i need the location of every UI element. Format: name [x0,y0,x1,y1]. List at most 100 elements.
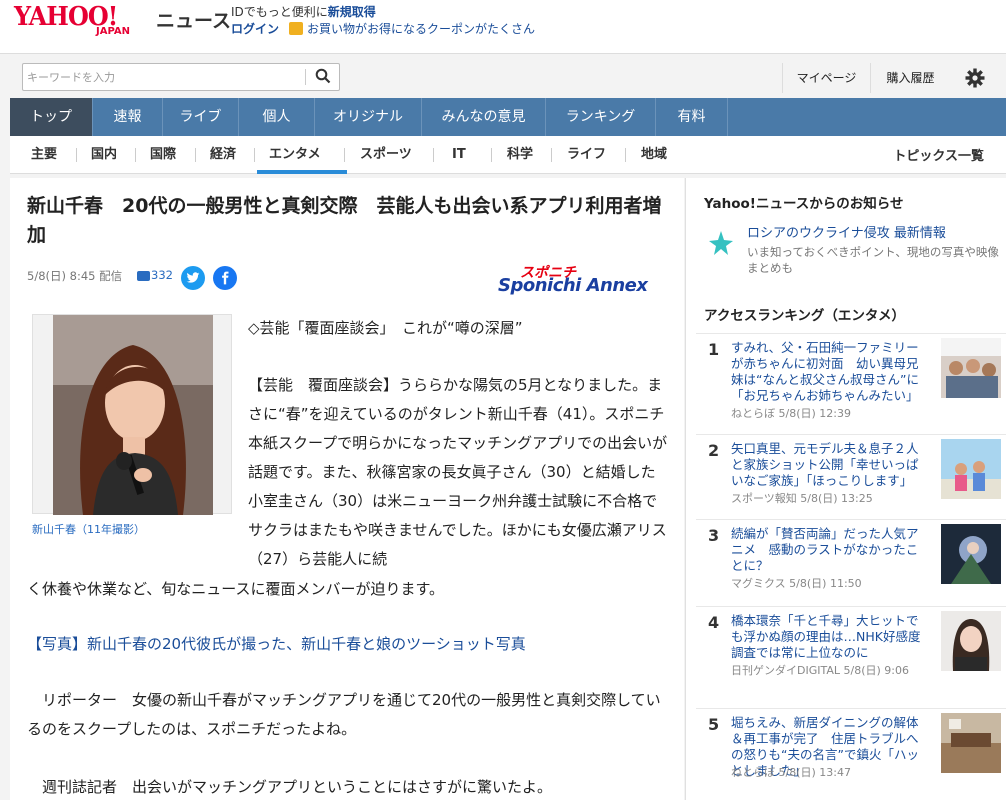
article-photo[interactable] [32,314,232,515]
category-divider [254,148,255,162]
category-it[interactable]: IT [452,145,466,165]
promo-prefix: IDでもっと便利に [231,5,328,19]
main-nav-opinions[interactable]: みんなの意見 [422,98,546,136]
ranking-item[interactable]: 5 堀ちえみ、新居ダイニングの解体＆再工事が完了 住居トラブルへの怒りも“夫の名… [696,708,1006,796]
main-nav-live[interactable]: ライブ [163,98,239,136]
category-economy[interactable]: 経済 [210,145,236,165]
facebook-icon [222,271,229,285]
search-bar-row: マイページ 購入履歴 [0,53,1006,99]
article-paragraph-4: 週刊誌記者 出会いがマッチングアプリということにはさすがに驚いたよ。 [27,778,553,796]
search-icon [315,68,331,84]
notice-heading: Yahoo!ニュースからのお知らせ [704,196,904,212]
ranking-source: 日刊ゲンダイDIGITAL 5/8(日) 9:06 [731,664,909,677]
main-nav-breaking[interactable]: 速報 [93,98,163,136]
ranking-source: ねとらぼ 5/8(日) 13:47 [731,766,851,779]
category-life[interactable]: ライフ [567,145,606,165]
ranking-item[interactable]: 4 橋本環奈「千と千尋」大ヒットでも浮かぬ顔の理由は…NHK好感度調査では常に上… [696,606,1006,694]
category-nav: 主要 国内 国際 経済 エンタメ スポーツ IT 科学 ライフ 地域 トピックス… [10,136,1006,174]
sidebar: Yahoo!ニュースからのお知らせ ロシアのウクライナ侵攻 最新情報 いま知って… [685,178,1006,800]
ranking-thumbnail [941,439,1001,499]
article-paragraph-2-continued: く休養や休業など、旬なニュースに覆面メンバーが迫ります。 [27,580,445,598]
main-nav-top[interactable]: トップ [10,98,93,136]
ranking-item[interactable]: 1 すみれ、父・石田純一ファミリーが赤ちゃんに初対面 幼い異母兄妹は“なんと叔父… [696,333,1006,421]
article: 新山千春 20代の一般男性と真剣交際 芸能人も出会い系アプリ利用者増加 5/8(… [10,178,684,800]
category-divider [491,148,492,162]
category-divider [433,148,434,162]
article-paragraph-1: ◇芸能「覆面座談会」 これが“噂の深層” [248,319,523,337]
ranking-number: 3 [708,526,720,545]
article-headline: 新山千春 20代の一般男性と真剣交際 芸能人も出会い系アプリ利用者増加 [27,195,662,246]
main-nav-individual[interactable]: 個人 [239,98,315,136]
ranking-source: ねとらぼ 5/8(日) 12:39 [731,407,851,420]
ranking-thumbnail [941,338,1001,398]
article-paragraph-3: リポーター 女優の新山千春がマッチングアプリを通じて20代の一般男性と真剣交際し… [27,691,661,738]
ranking-title[interactable]: 橋本環奈「千と千尋」大ヒットでも浮かぬ顔の理由は…NHK好感度調査では常に上位な… [731,613,929,661]
ranking-number: 1 [708,340,720,359]
category-main[interactable]: 主要 [31,145,57,165]
ranking-source: マグミクス 5/8(日) 11:50 [731,577,862,590]
topics-list-link[interactable]: トピックス一覧 [893,145,984,164]
main-nav-ranking[interactable]: ランキング [546,98,656,136]
notice-description: いま知っておくべきポイント、現地の写真や映像まとめも [747,245,999,275]
category-entertainment[interactable]: エンタメ [269,145,321,165]
article-paragraph-2: 【芸能 覆面座談会】うららかな陽気の5月となりました。まさに“春”を迎えているの… [248,376,668,568]
category-sports[interactable]: スポーツ [360,145,412,165]
category-divider [76,148,77,162]
sponichi-logo-bottom: Sponichi Annex [498,275,648,296]
ranking-title[interactable]: 続編が「賛否両論」だった人気アニメ 感動のラストがなかったことに？ [731,526,929,574]
twitter-icon [186,272,200,283]
search-input[interactable] [27,67,307,87]
ranking-number: 5 [708,715,720,734]
promo-text: IDでもっと便利に新規取得 [231,3,376,20]
coupon-icon [289,22,303,35]
ranking-title[interactable]: 矢口真里、元モデル夫＆息子２人と家族ショット公開「幸せいっぱいなご家族」「ほっこ… [731,441,929,489]
ranking-thumbnail [941,713,1001,773]
ranking-heading: アクセスランキング（エンタメ） [704,308,906,324]
sponichi-annex-logo[interactable]: スポニチ Sponichi Annex [498,262,668,296]
settings-button[interactable] [960,68,990,88]
category-local[interactable]: 地域 [641,145,667,165]
twitter-share-button[interactable] [181,266,205,290]
ranking-title[interactable]: すみれ、父・石田純一ファミリーが赤ちゃんに初対面 幼い異母兄妹は“なんと叔父さん… [731,340,929,404]
category-domestic[interactable]: 国内 [91,145,117,165]
main-nav-paid[interactable]: 有料 [656,98,728,136]
facebook-share-button[interactable] [213,266,237,290]
ranking-item[interactable]: 3 続編が「賛否両論」だった人気アニメ 感動のラストがなかったことに？ マグミク… [696,519,1006,607]
comment-icon[interactable] [137,271,150,281]
pin-icon [709,231,733,255]
register-link[interactable]: 新規取得 [328,5,376,19]
yahoo-japan-logo[interactable]: YAHOO! JAPAN [14,2,154,42]
ranking-source: スポーツ報知 5/8(日) 13:25 [731,492,873,505]
logo-japan-text: JAPAN [96,26,130,37]
ranking-number: 4 [708,613,720,632]
photo-caption: 新山千春（11年撮影） [32,523,145,536]
article-date: 5/8(日) 8:45 配信 [27,269,123,283]
category-international[interactable]: 国際 [150,145,176,165]
active-category-indicator [257,170,347,174]
ranking-thumbnail [941,611,1001,671]
login-link[interactable]: ログイン [231,20,279,37]
search-divider [305,69,306,85]
purchase-history-link[interactable]: 購入履歴 [870,63,950,93]
related-photo-link[interactable]: 【写真】新山千春の20代彼氏が撮った、新山千春と娘のツーショット写真 [27,630,526,659]
category-divider [135,148,136,162]
comment-count[interactable]: 332 [151,268,173,282]
category-divider [195,148,196,162]
gear-icon [965,68,985,88]
portrait-image [53,315,213,515]
coupon-link[interactable]: お買い物がお得になるクーポンがたくさん [307,20,535,37]
ranking-item[interactable]: 2 矢口真里、元モデル夫＆息子２人と家族ショット公開「幸せいっぱいなご家族」「ほ… [696,434,1006,522]
category-divider [344,148,345,162]
search-button[interactable] [311,67,335,87]
category-divider [625,148,626,162]
main-nav: トップ 速報 ライブ 個人 オリジナル みんなの意見 ランキング 有料 [10,98,1006,136]
ranking-number: 2 [708,441,720,460]
category-science[interactable]: 科学 [507,145,533,165]
category-divider [551,148,552,162]
main-nav-original[interactable]: オリジナル [315,98,422,136]
news-logo[interactable]: ニュース [156,6,231,33]
search-box [22,63,340,91]
notice-link[interactable]: ロシアのウクライナ侵攻 最新情報 [747,222,946,241]
mypage-link[interactable]: マイページ [782,63,870,93]
ranking-thumbnail [941,524,1001,584]
